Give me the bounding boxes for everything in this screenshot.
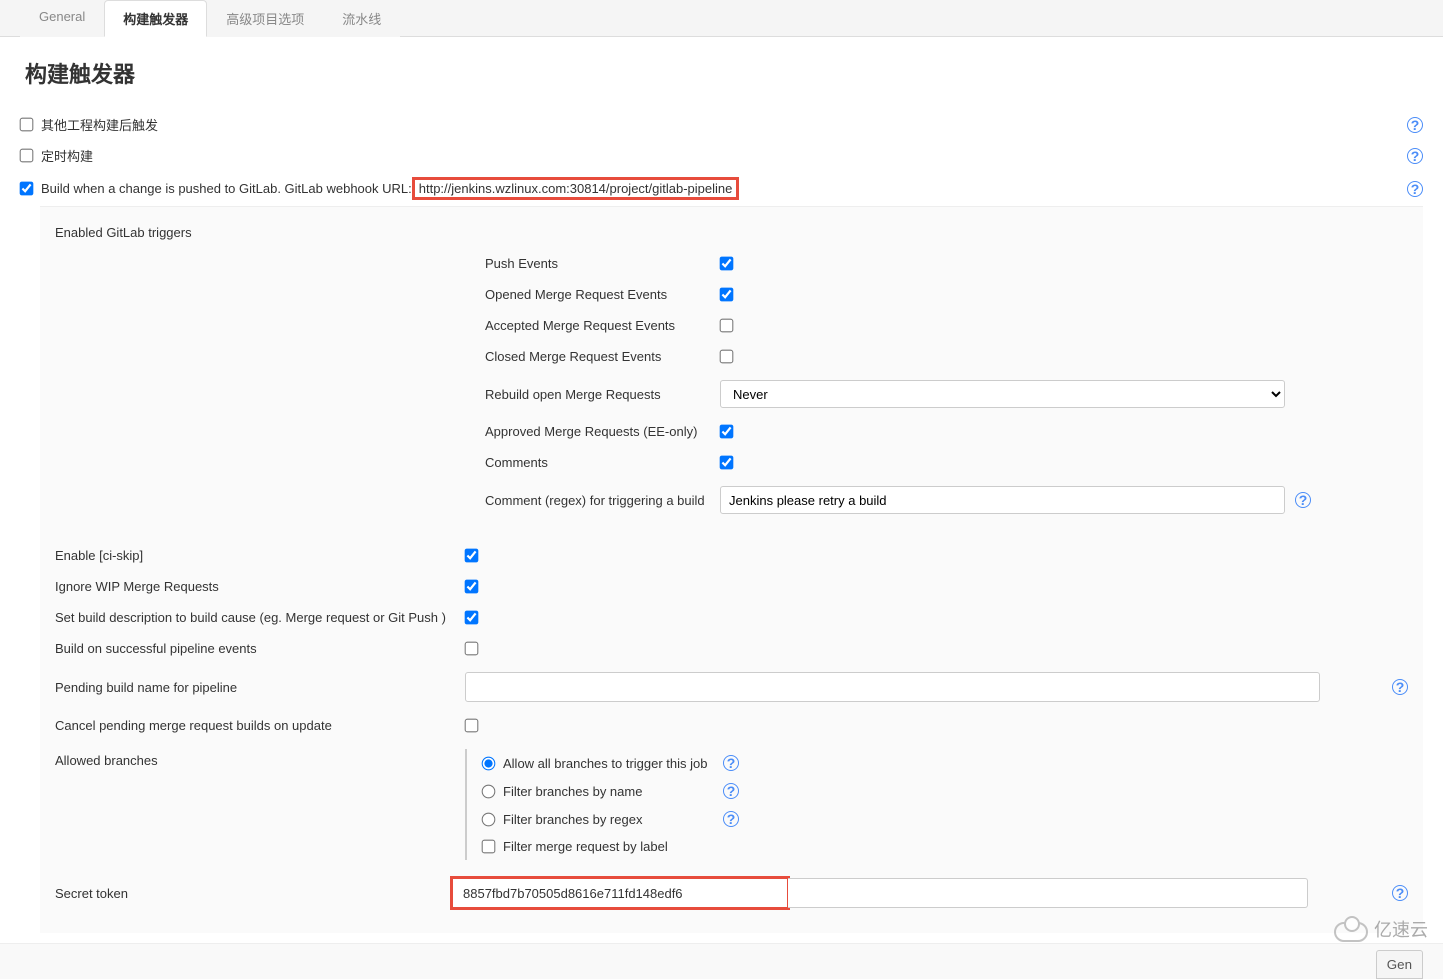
- accepted-mr-row: Accepted Merge Request Events: [485, 310, 1408, 341]
- branch-regex-radio[interactable]: [482, 812, 496, 826]
- generate-button[interactable]: Gen: [1376, 950, 1423, 979]
- set-desc-checkbox[interactable]: [465, 611, 479, 625]
- trigger-timer-label: 定时构建: [41, 146, 93, 165]
- branch-all-row: Allow all branches to trigger this job ?: [482, 749, 1408, 777]
- approved-mr-checkbox[interactable]: [720, 425, 734, 439]
- allowed-branches-row: Allowed branches Allow all branches to t…: [55, 741, 1408, 868]
- trigger-timer-checkbox[interactable]: [20, 149, 34, 163]
- allowed-branches-block: Allow all branches to trigger this job ?…: [465, 749, 1408, 860]
- gitlab-label-prefix: Build when a change is pushed to GitLab.…: [41, 181, 412, 196]
- cancel-pending-checkbox[interactable]: [465, 719, 479, 733]
- allowed-branches-label: Allowed branches: [55, 749, 465, 768]
- bottom-toolbar: Gen: [0, 943, 1443, 979]
- config-tabs: General 构建触发器 高级项目选项 流水线: [0, 0, 1443, 37]
- comments-checkbox[interactable]: [720, 456, 734, 470]
- secret-token-label: Secret token: [55, 886, 450, 901]
- pending-name-row: Pending build name for pipeline ?: [55, 664, 1408, 710]
- gitlab-trigger-settings: Enabled GitLab triggers Push Events Open…: [40, 206, 1423, 933]
- build-success-label: Build on successful pipeline events: [55, 641, 465, 656]
- branch-regex-row: Filter branches by regex ?: [482, 805, 1408, 833]
- help-icon[interactable]: ?: [1295, 492, 1311, 508]
- watermark: 亿速云: [1334, 916, 1428, 942]
- opened-mr-checkbox[interactable]: [720, 288, 734, 302]
- push-events-row: Push Events: [485, 248, 1408, 279]
- ci-skip-row: Enable [ci-skip]: [55, 540, 1408, 571]
- branch-name-row: Filter branches by name ?: [482, 777, 1408, 805]
- tab-build-triggers[interactable]: 构建触发器: [104, 0, 207, 37]
- ignore-wip-checkbox[interactable]: [465, 580, 479, 594]
- accepted-mr-checkbox[interactable]: [720, 319, 734, 333]
- help-icon[interactable]: ?: [723, 755, 739, 771]
- help-icon[interactable]: ?: [1392, 885, 1408, 901]
- gitlab-webhook-url-highlight: http://jenkins.wzlinux.com:30814/project…: [412, 177, 740, 200]
- help-icon[interactable]: ?: [1407, 181, 1423, 197]
- ignore-wip-label: Ignore WIP Merge Requests: [55, 579, 465, 594]
- comment-regex-row: Comment (regex) for triggering a build ?: [485, 478, 1408, 522]
- ci-skip-label: Enable [ci-skip]: [55, 548, 465, 563]
- opened-mr-label: Opened Merge Request Events: [485, 287, 720, 302]
- push-events-checkbox[interactable]: [720, 257, 734, 271]
- trigger-timer-row: 定时构建 ?: [20, 140, 1423, 171]
- enabled-triggers-row: Enabled GitLab triggers: [55, 215, 1408, 248]
- set-desc-label: Set build description to build cause (eg…: [55, 610, 465, 625]
- ignore-wip-row: Ignore WIP Merge Requests: [55, 571, 1408, 602]
- help-icon[interactable]: ?: [723, 783, 739, 799]
- cloud-icon: [1334, 918, 1368, 940]
- help-icon[interactable]: ?: [723, 811, 739, 827]
- secret-token-value: 8857fbd7b70505d8616e711fd148edf6: [463, 886, 683, 901]
- secret-token-highlight: 8857fbd7b70505d8616e711fd148edf6: [450, 876, 790, 910]
- branch-all-label: Allow all branches to trigger this job: [503, 756, 713, 771]
- trigger-after-other-label: 其他工程构建后触发: [41, 115, 158, 134]
- content-panel: 构建触发器 其他工程构建后触发 ? 定时构建 ? Build when a ch…: [0, 37, 1443, 943]
- cancel-pending-label: Cancel pending merge request builds on u…: [55, 718, 465, 733]
- trigger-gitlab-row: Build when a change is pushed to GitLab.…: [20, 171, 1423, 206]
- branch-label-row: Filter merge request by label: [482, 833, 1408, 860]
- comments-label: Comments: [485, 455, 720, 470]
- approved-mr-label: Approved Merge Requests (EE-only): [485, 424, 720, 439]
- closed-mr-label: Closed Merge Request Events: [485, 349, 720, 364]
- secret-token-input-rest[interactable]: [788, 878, 1308, 908]
- secret-token-row: Secret token 8857fbd7b70505d8616e711fd14…: [55, 868, 1408, 918]
- rebuild-mr-row: Rebuild open Merge Requests Never: [485, 372, 1408, 416]
- approved-mr-row: Approved Merge Requests (EE-only): [485, 416, 1408, 447]
- comments-row: Comments: [485, 447, 1408, 478]
- pending-name-label: Pending build name for pipeline: [55, 680, 465, 695]
- opened-mr-row: Opened Merge Request Events: [485, 279, 1408, 310]
- trigger-gitlab-checkbox[interactable]: [20, 182, 34, 196]
- rebuild-mr-label: Rebuild open Merge Requests: [485, 387, 720, 402]
- branch-label-label: Filter merge request by label: [503, 839, 713, 854]
- rebuild-mr-select[interactable]: Never: [720, 380, 1285, 408]
- help-icon[interactable]: ?: [1407, 148, 1423, 164]
- comment-regex-label: Comment (regex) for triggering a build: [485, 493, 720, 508]
- closed-mr-checkbox[interactable]: [720, 350, 734, 364]
- tab-advanced-options[interactable]: 高级项目选项: [207, 0, 323, 37]
- enabled-triggers-label: Enabled GitLab triggers: [55, 223, 485, 240]
- cancel-pending-row: Cancel pending merge request builds on u…: [55, 710, 1408, 741]
- section-title: 构建触发器: [25, 57, 1423, 89]
- branch-name-radio[interactable]: [482, 784, 496, 798]
- build-success-row: Build on successful pipeline events: [55, 633, 1408, 664]
- push-events-label: Push Events: [485, 256, 720, 271]
- closed-mr-row: Closed Merge Request Events: [485, 341, 1408, 372]
- set-desc-row: Set build description to build cause (eg…: [55, 602, 1408, 633]
- comment-regex-input[interactable]: [720, 486, 1285, 514]
- branch-label-checkbox[interactable]: [482, 840, 496, 854]
- trigger-gitlab-label: Build when a change is pushed to GitLab.…: [41, 177, 739, 200]
- pending-name-input[interactable]: [465, 672, 1320, 702]
- help-icon[interactable]: ?: [1392, 679, 1408, 695]
- branch-all-radio[interactable]: [482, 756, 496, 770]
- build-success-checkbox[interactable]: [465, 642, 479, 656]
- tab-pipeline[interactable]: 流水线: [323, 0, 400, 37]
- tab-general[interactable]: General: [20, 0, 104, 37]
- help-icon[interactable]: ?: [1407, 117, 1423, 133]
- branch-regex-label: Filter branches by regex: [503, 812, 713, 827]
- trigger-after-other-checkbox[interactable]: [20, 118, 34, 132]
- trigger-after-other-row: 其他工程构建后触发 ?: [20, 109, 1423, 140]
- branch-name-label: Filter branches by name: [503, 784, 713, 799]
- accepted-mr-label: Accepted Merge Request Events: [485, 318, 720, 333]
- watermark-text: 亿速云: [1374, 916, 1428, 942]
- ci-skip-checkbox[interactable]: [465, 549, 479, 563]
